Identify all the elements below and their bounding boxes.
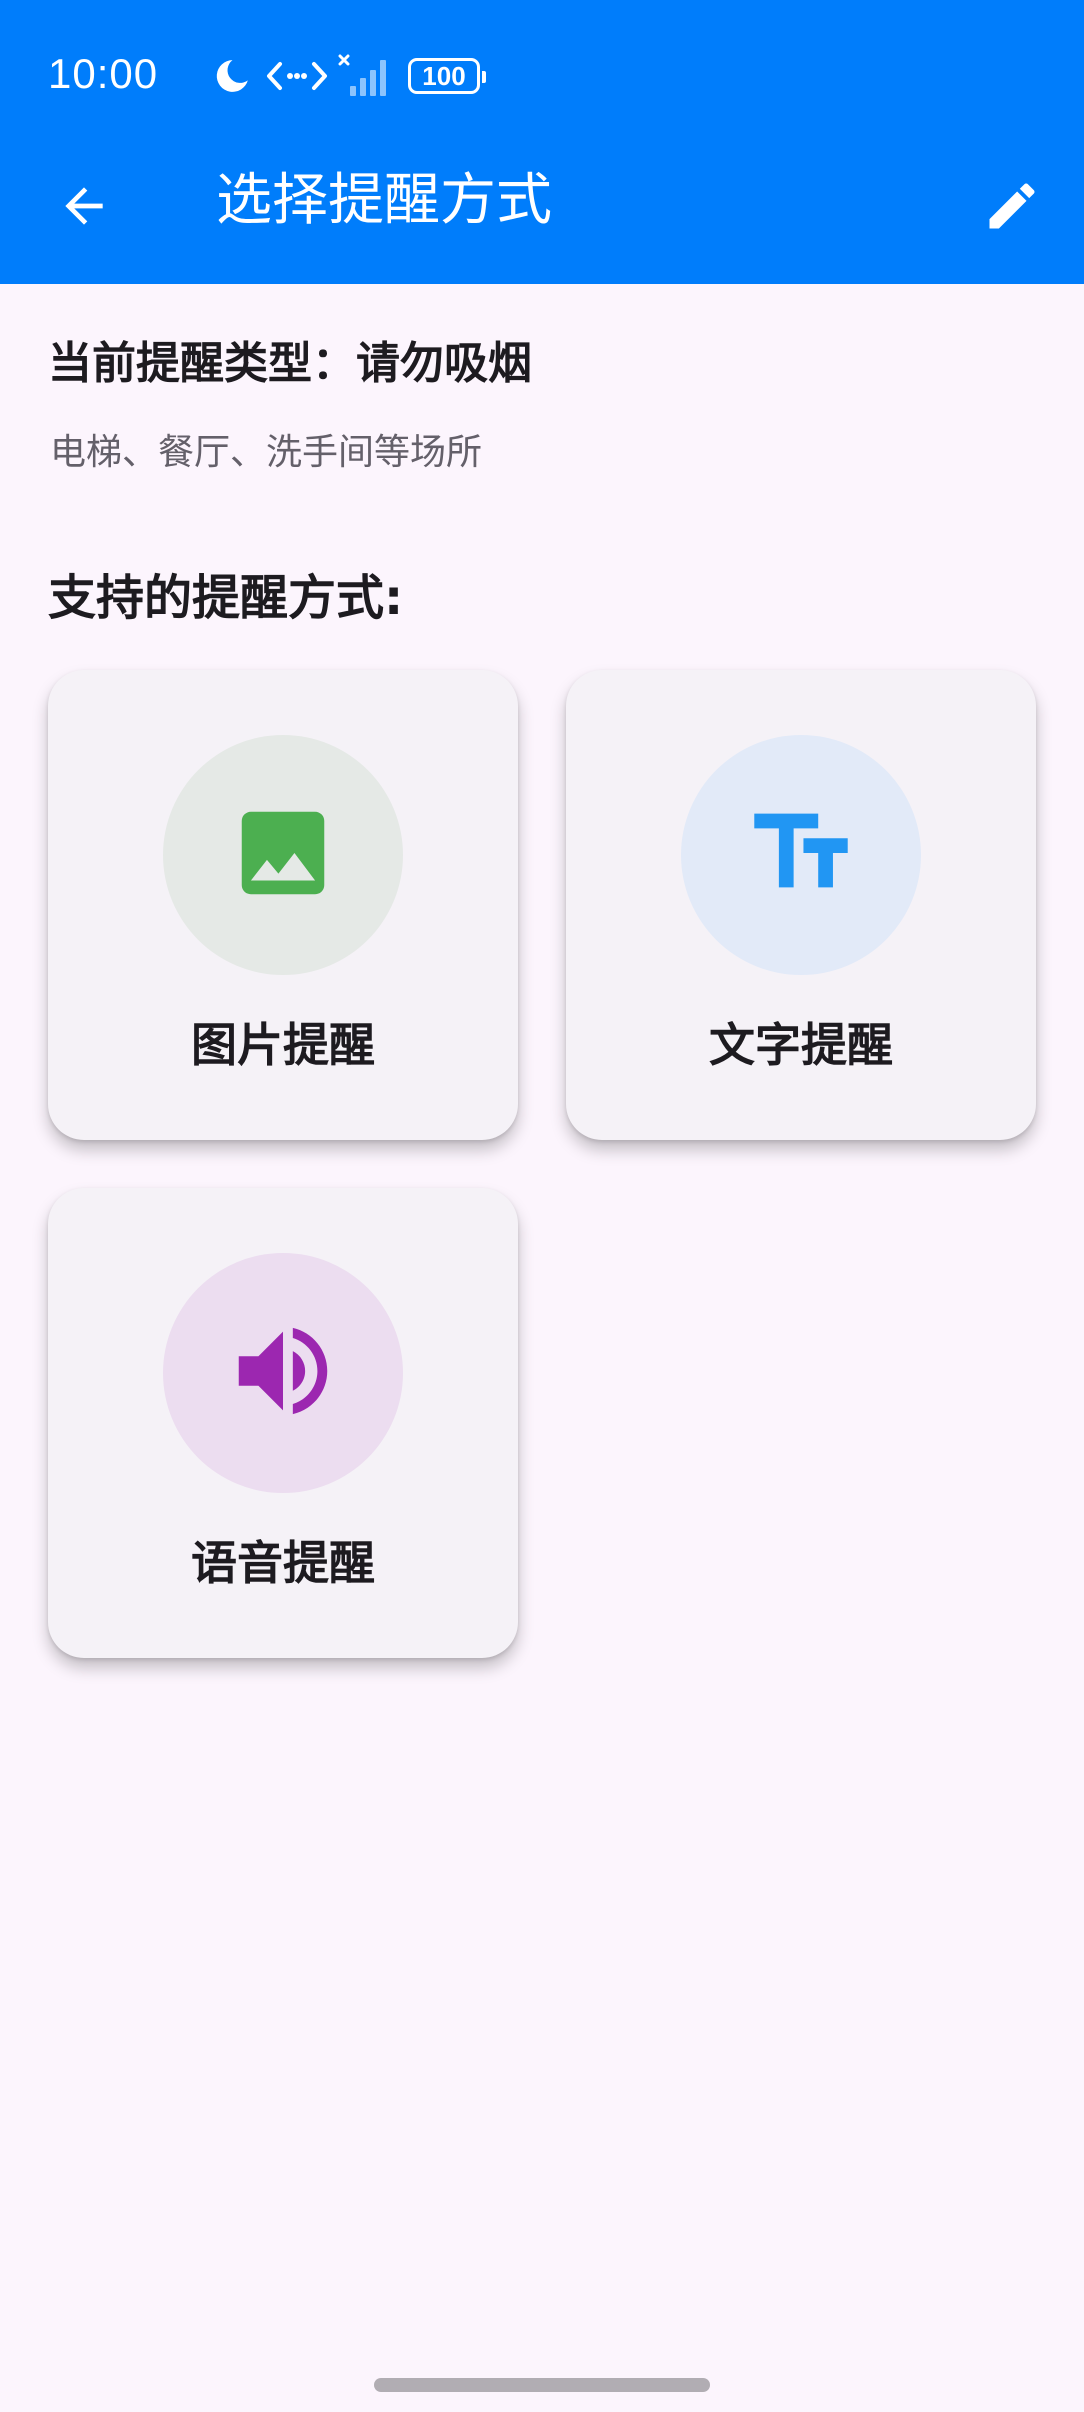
- voice-icon-circle: [163, 1253, 403, 1493]
- text-icon-circle: [681, 735, 921, 975]
- current-reminder-description: 电梯、餐厅、洗手间等场所: [50, 432, 483, 473]
- edit-button[interactable]: [962, 158, 1062, 258]
- page-title: 选择提醒方式: [216, 168, 552, 233]
- image-icon: [228, 798, 338, 912]
- voice-reminder-label: 语音提醒: [191, 1536, 375, 1590]
- pencil-icon: [982, 176, 1042, 240]
- image-reminder-label: 图片提醒: [191, 1018, 375, 1072]
- current-reminder-type: 当前提醒类型：请勿吸烟: [48, 338, 532, 389]
- signal-icon: [338, 54, 394, 98]
- text-fields-icon: [742, 794, 860, 916]
- back-button[interactable]: [34, 158, 134, 258]
- methods-heading: 支持的提醒方式:: [48, 570, 404, 626]
- arrow-back-icon: [56, 178, 112, 238]
- data-arrows-icon: [266, 56, 328, 96]
- app-bar: 10:00 100 选择提醒方式: [0, 0, 1084, 284]
- image-reminder-card[interactable]: 图片提醒: [48, 670, 518, 1140]
- image-icon-circle: [163, 735, 403, 975]
- voice-reminder-card[interactable]: 语音提醒: [48, 1188, 518, 1658]
- moon-icon: [212, 56, 252, 96]
- text-reminder-card[interactable]: 文字提醒: [566, 670, 1036, 1140]
- status-bar: 10:00 100: [0, 0, 1084, 150]
- status-time: 10:00: [48, 50, 159, 97]
- battery-level: 100: [422, 60, 466, 91]
- status-icons: 100: [212, 52, 486, 100]
- text-reminder-label: 文字提醒: [709, 1018, 893, 1072]
- battery-icon: 100: [408, 58, 486, 94]
- volume-up-icon: [224, 1312, 342, 1434]
- home-indicator[interactable]: [374, 2378, 710, 2392]
